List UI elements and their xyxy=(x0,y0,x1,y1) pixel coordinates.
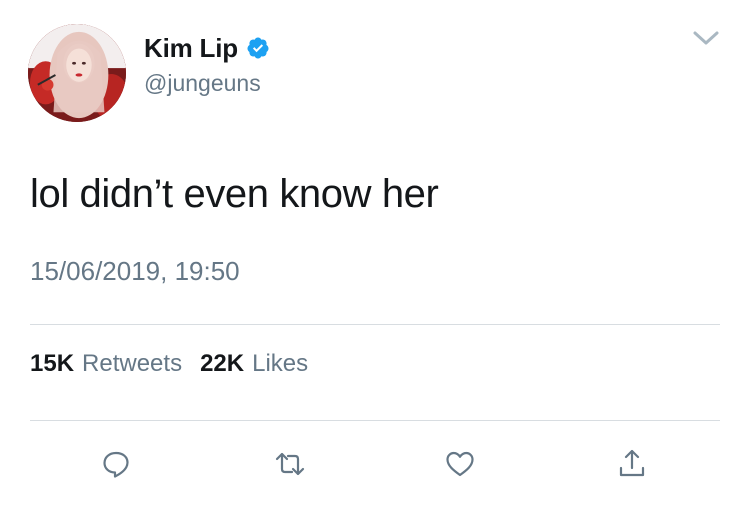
divider xyxy=(30,420,720,421)
retweets-count: 15K xyxy=(30,350,75,377)
share-upload-icon xyxy=(619,449,645,477)
likes-label: Likes xyxy=(252,350,309,377)
avatar-image xyxy=(28,24,126,122)
chevron-down-icon[interactable] xyxy=(692,28,720,48)
user-handle[interactable]: @jungeuns xyxy=(144,70,261,97)
divider xyxy=(30,324,720,325)
verified-badge-icon xyxy=(246,36,270,60)
speech-bubble-icon xyxy=(103,451,129,478)
retweets-label: Retweets xyxy=(82,350,183,377)
retweets-stat[interactable]: 15K Retweets xyxy=(30,350,182,378)
tweet-card: Kim Lip @jungeuns lol didn’t even know h… xyxy=(0,0,750,511)
share-button[interactable] xyxy=(612,444,652,484)
tweet-text: lol didn’t even know her xyxy=(30,172,439,216)
avatar[interactable] xyxy=(28,24,126,122)
name-row: Kim Lip xyxy=(144,30,270,66)
tweet-actions xyxy=(0,440,750,490)
heart-icon xyxy=(446,451,474,477)
retweet-arrows-icon xyxy=(275,452,305,476)
tweet-timestamp[interactable]: 15/06/2019, 19:50 xyxy=(30,256,240,287)
like-button[interactable] xyxy=(440,444,480,484)
tweet-stats: 15K Retweets 22K Likes xyxy=(30,350,308,378)
likes-count: 22K xyxy=(200,350,245,377)
retweet-button[interactable] xyxy=(270,444,310,484)
likes-stat[interactable]: 22K Likes xyxy=(200,350,308,378)
display-name[interactable]: Kim Lip xyxy=(144,33,238,64)
reply-button[interactable] xyxy=(96,444,136,484)
